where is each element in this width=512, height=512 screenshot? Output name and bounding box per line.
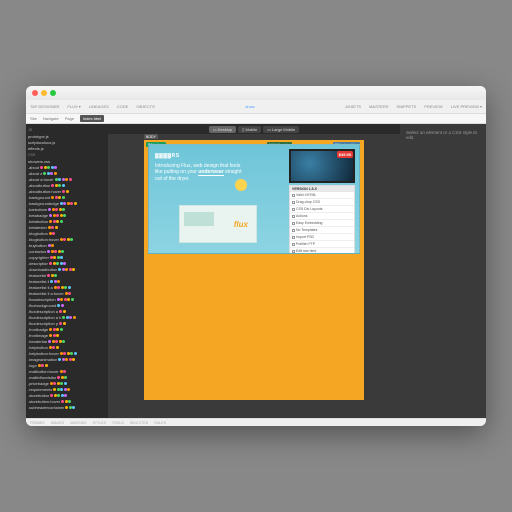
version-item[interactable]: Actions <box>290 213 354 220</box>
breadcrumb-bar: Site Navigate Page index.html <box>26 114 486 124</box>
sun-icon <box>235 179 247 191</box>
flux-logo: flux <box>234 220 248 229</box>
checkbox-icon <box>292 222 295 225</box>
version-item[interactable]: Valid XHTML <box>290 192 354 199</box>
sidebar-item[interactable]: effects.js <box>28 145 106 151</box>
toolbar-preview[interactable]: PREVIEW <box>424 104 442 109</box>
breadcrumb-site: Site <box>30 116 37 121</box>
device-bar: ▭ Desktop ▯ Mobile ▭ Large Mobile <box>108 124 400 134</box>
inspector-panel: Select an element or a CSS style to edit… <box>400 124 486 418</box>
footer-item[interactable]: SELECTED <box>130 421 148 425</box>
toolbar-code[interactable]: CODE <box>117 104 129 109</box>
zoom-icon[interactable] <box>50 90 56 96</box>
toolbar-masters[interactable]: MASTERS <box>369 104 388 109</box>
titlebar <box>26 86 486 100</box>
toolbar-live-preview[interactable]: LIVE PREVIEW ▾ <box>451 104 482 109</box>
footer-item[interactable]: FRAMES <box>30 421 45 425</box>
checkbox-icon <box>292 243 295 246</box>
version-item[interactable]: Easy Embedding <box>290 220 354 227</box>
canvas-area: ▭ Desktop ▯ Mobile ▭ Large Mobile BODY D… <box>108 124 400 418</box>
checkbox-icon <box>292 229 295 232</box>
page-preview[interactable]: BODY DIV .class DIV span container NAV #… <box>144 140 364 400</box>
hero-sidebar: $49.99 VERSION 1.8.X Valid XHTMLDrag-dro… <box>289 149 355 254</box>
footer-item[interactable]: IMAGES <box>51 421 65 425</box>
device-large-mobile[interactable]: ▭ Large Mobile <box>263 126 299 133</box>
toolbar-assets[interactable]: ASSETS <box>345 104 361 109</box>
breadcrumb-current[interactable]: index.html <box>80 115 104 122</box>
toolbar-flux[interactable]: FLUX ▾ <box>67 104 80 109</box>
device-desktop[interactable]: ▭ Desktop <box>209 126 236 133</box>
toolbar-linkages[interactable]: LINKAGES <box>89 104 109 109</box>
sidebar: JS prototype.jsscriptaculous.jseffects.j… <box>26 124 108 418</box>
footer-item[interactable]: TOOLS <box>112 421 124 425</box>
minimize-icon[interactable] <box>41 90 47 96</box>
price-badge: $49.99 <box>337 151 353 158</box>
footer: FRAMES IMAGES MARGINS STYLES TOOLS SELECTED RU… <box>26 418 486 426</box>
checkbox-icon <box>292 208 295 211</box>
footer-item[interactable]: MARGINS <box>70 421 86 425</box>
toolbar-show[interactable]: show <box>245 104 254 109</box>
app-window: TAP DESIGNER FLUX ▾ LINKAGES CODE OBJECT… <box>26 86 486 426</box>
footer-item[interactable]: RULES <box>154 421 166 425</box>
hero-brand: ▓▓▓▓RS <box>155 153 180 159</box>
canvas[interactable]: BODY DIV .class DIV span container NAV #… <box>108 134 400 418</box>
main: JS prototype.jsscriptaculous.jseffects.j… <box>26 124 486 418</box>
hero[interactable]: ▓▓▓▓RS Introducing Flux, web design that… <box>148 144 360 254</box>
promo-box[interactable]: $49.99 <box>289 149 355 183</box>
sidebar-section-css: CSS <box>28 153 106 157</box>
breadcrumb-page: Page <box>65 116 74 121</box>
toolbar-objects[interactable]: OBJECTS <box>136 104 154 109</box>
toolbar-snippets[interactable]: SNIPPETS <box>396 104 416 109</box>
checkbox-icon <box>292 194 295 197</box>
device-mobile[interactable]: ▯ Mobile <box>238 126 261 133</box>
toolbar-tap-designer[interactable]: TAP DESIGNER <box>30 104 59 109</box>
checkbox-icon <box>292 201 295 204</box>
version-item[interactable]: Publish FTP <box>290 241 354 248</box>
breadcrumb-navigate[interactable]: Navigate <box>43 116 59 121</box>
version-item[interactable]: No Templates <box>290 227 354 234</box>
version-item[interactable]: Import PSD <box>290 234 354 241</box>
tag-body[interactable]: BODY <box>144 134 158 139</box>
building-graphic: flux <box>179 205 257 243</box>
sidebar-section-js: JS <box>28 128 106 132</box>
version-item[interactable]: Drag-drop CSS <box>290 199 354 206</box>
inspector-placeholder: Select an element or a CSS style to edit… <box>406 130 480 140</box>
hero-copy: Introducing Flux, web design that feels … <box>155 163 245 182</box>
footer-item[interactable]: STYLES <box>93 421 106 425</box>
toolbar: TAP DESIGNER FLUX ▾ LINKAGES CODE OBJECT… <box>26 100 486 114</box>
close-icon[interactable] <box>32 90 38 96</box>
checkbox-icon <box>292 236 295 239</box>
checkbox-icon <box>292 215 295 218</box>
version-item[interactable]: CSS Div Layouts <box>290 206 354 213</box>
version-item[interactable]: Edit raw html <box>290 248 354 254</box>
sidebar-item[interactable]: .subheadercontainer <box>28 404 106 410</box>
version-box: VERSION 1.8.X Valid XHTMLDrag-drop CSSCS… <box>289 185 355 254</box>
checkbox-icon <box>292 250 295 253</box>
